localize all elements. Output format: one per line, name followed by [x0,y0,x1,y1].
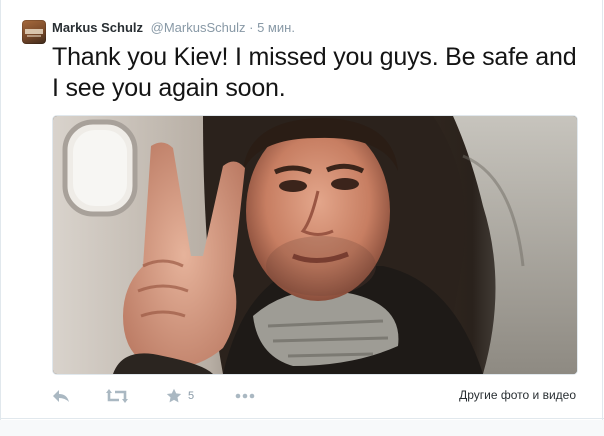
selfie-photo-image [53,116,577,374]
header-separator: · [249,20,254,35]
tweet-card[interactable]: Markus Schulz @MarkusSchulz · 5 мин. Tha… [0,0,604,436]
tweet-header: Markus Schulz @MarkusSchulz · 5 мин. [52,20,295,36]
timeline-right-border [602,0,603,436]
next-tweet-area [0,420,604,436]
timestamp[interactable]: 5 мин. [257,20,295,35]
favorite-count: 5 [188,390,195,402]
more-icon [234,392,256,400]
retweet-button[interactable] [106,386,128,406]
retweet-icon [106,388,128,404]
author-handle[interactable]: @MarkusSchulz [151,20,246,35]
favorite-button[interactable]: 5 [166,386,194,406]
media-photo[interactable] [52,115,578,375]
avatar[interactable] [22,20,46,44]
reply-icon [52,389,70,403]
tweet-text: Thank you Kiev! I missed you guys. Be sa… [52,43,577,102]
more-photos-and-videos-link[interactable]: Другие фото и видео [459,388,576,402]
timeline-left-border [0,0,1,436]
tweet-divider [0,418,604,419]
more-button[interactable] [234,386,256,406]
reply-button[interactable] [52,386,70,406]
star-icon [166,388,182,404]
author-name[interactable]: Markus Schulz [52,20,143,35]
tweet-actions: 5 Другие фото и видео [52,386,576,406]
